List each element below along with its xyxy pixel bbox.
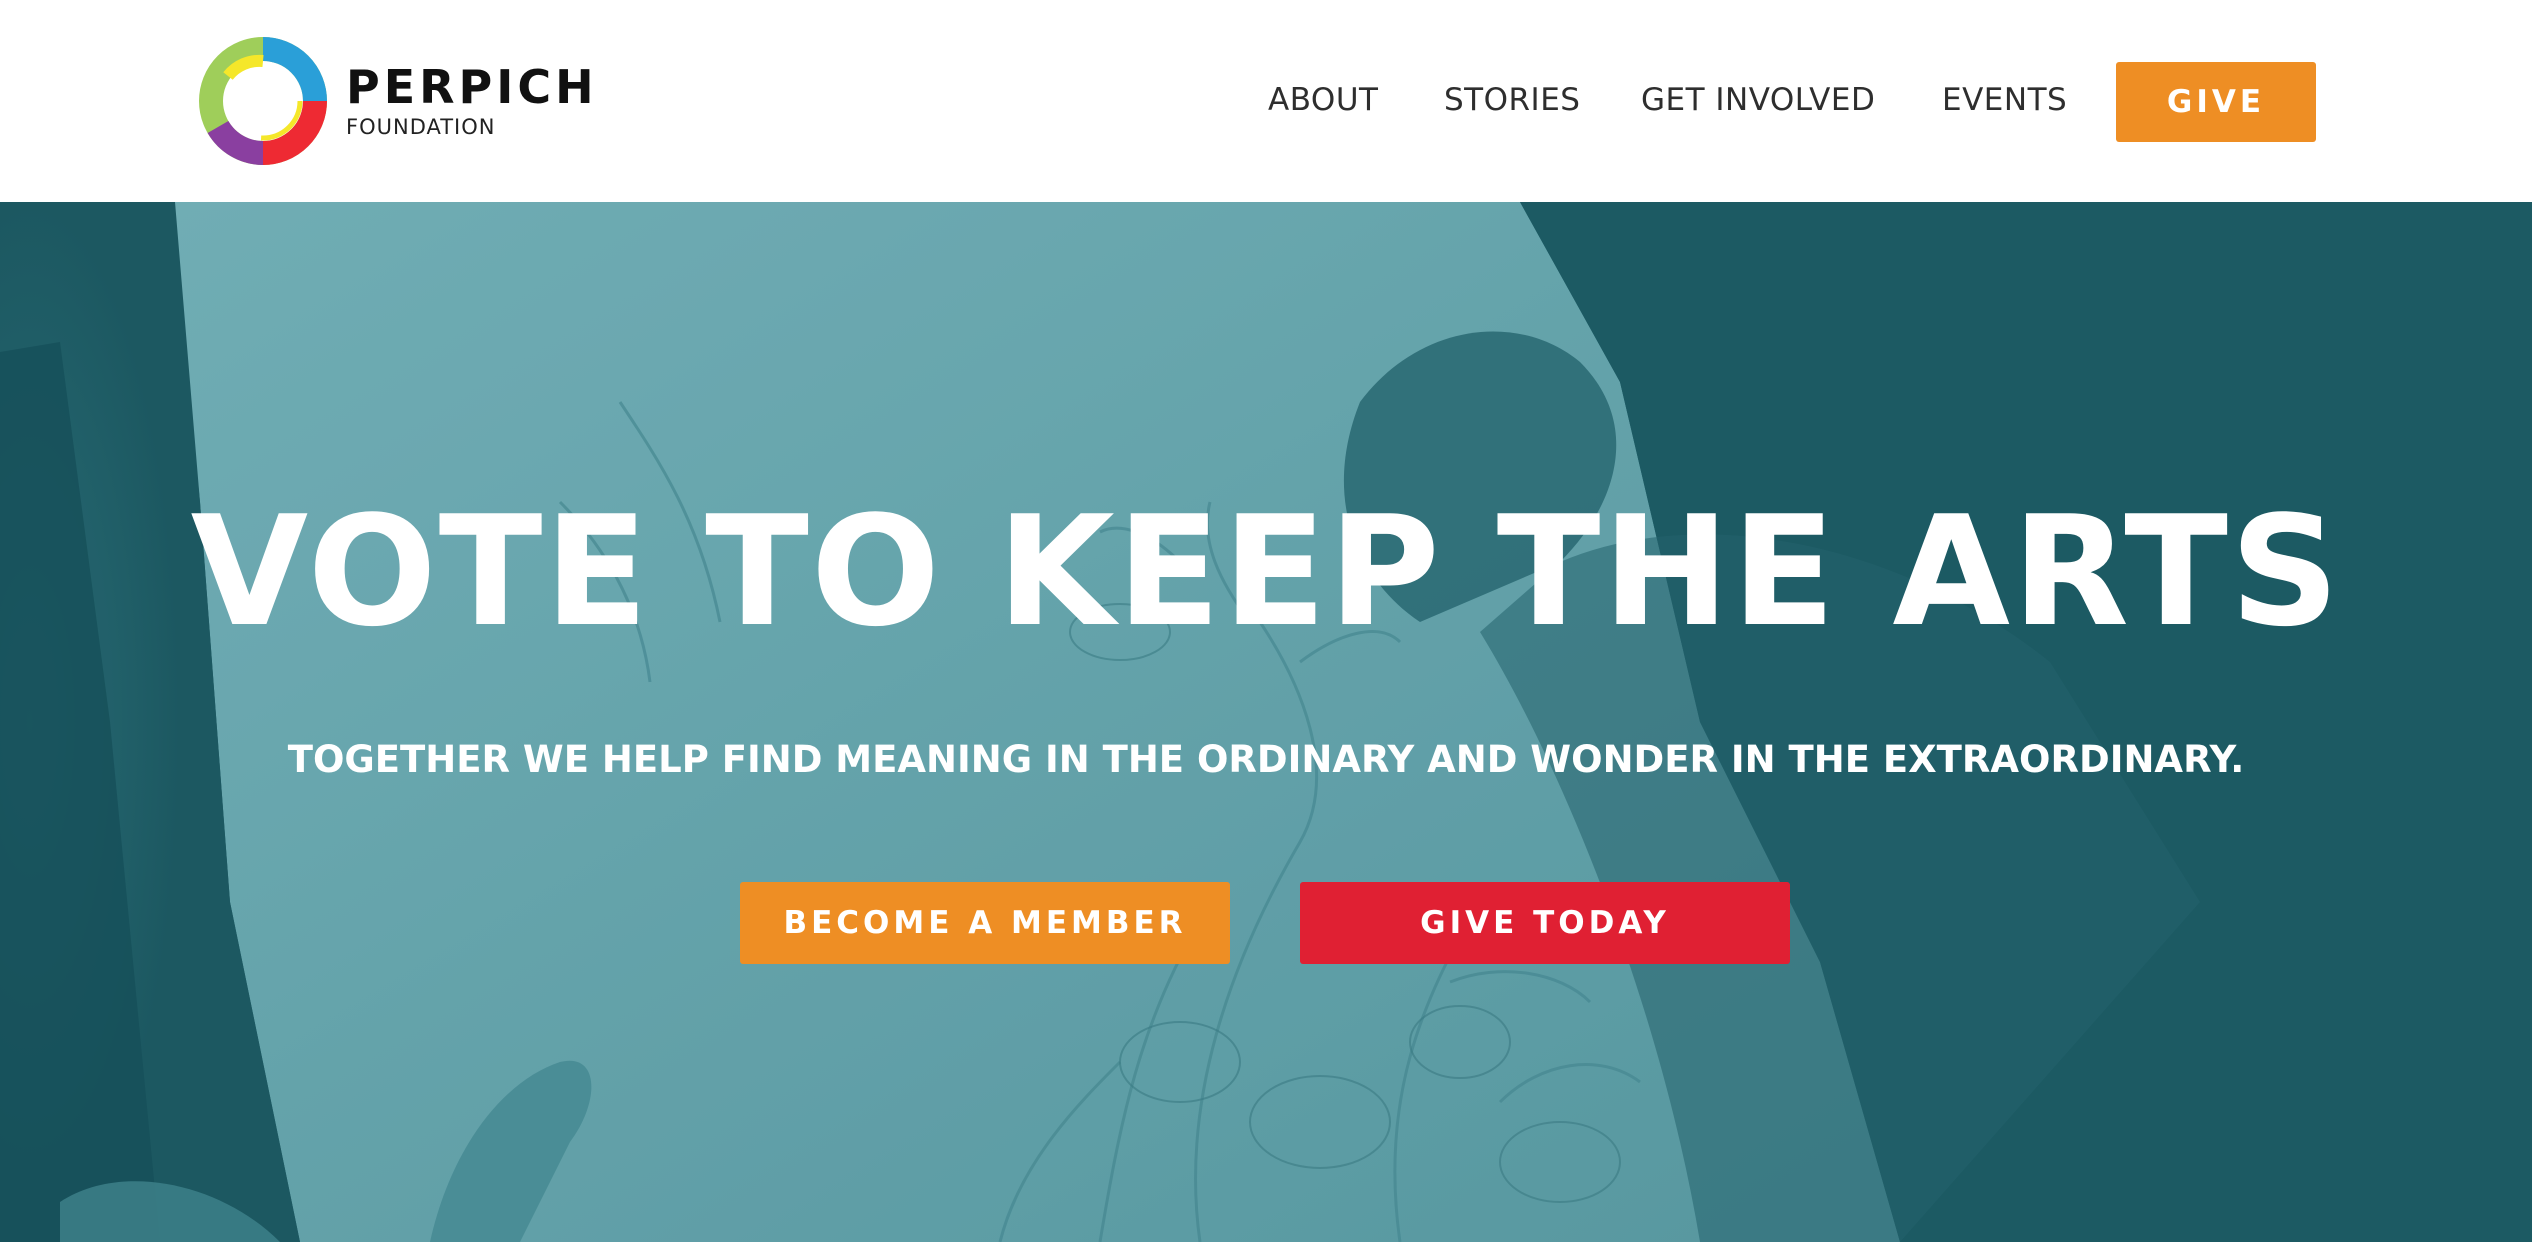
nav-events-link[interactable]: EVENTS [1942,78,2067,122]
hero-section: VOTE TO KEEP THE ARTS TOGETHER WE HELP F… [0,202,2532,1242]
give-button[interactable]: GIVE [2116,62,2316,142]
nav-stories-link[interactable]: STORIES [1444,78,1580,122]
site-header: PERPICH FOUNDATION ABOUT STORIES GET INV… [0,0,2532,202]
give-today-button[interactable]: GIVE TODAY [1300,882,1790,964]
nav-get-involved-link[interactable]: GET INVOLVED [1641,78,1875,122]
nav-about-link[interactable]: ABOUT [1268,78,1378,122]
hero-overlay [0,202,2532,1242]
hero-subtitle: TOGETHER WE HELP FIND MEANING IN THE ORD… [287,738,2245,781]
main-nav: ABOUT STORIES GET INVOLVED EVENTS GIVE [0,0,2532,202]
become-member-button[interactable]: BECOME A MEMBER [740,882,1230,964]
hero-title: VOTE TO KEEP THE ARTS [190,483,2342,660]
